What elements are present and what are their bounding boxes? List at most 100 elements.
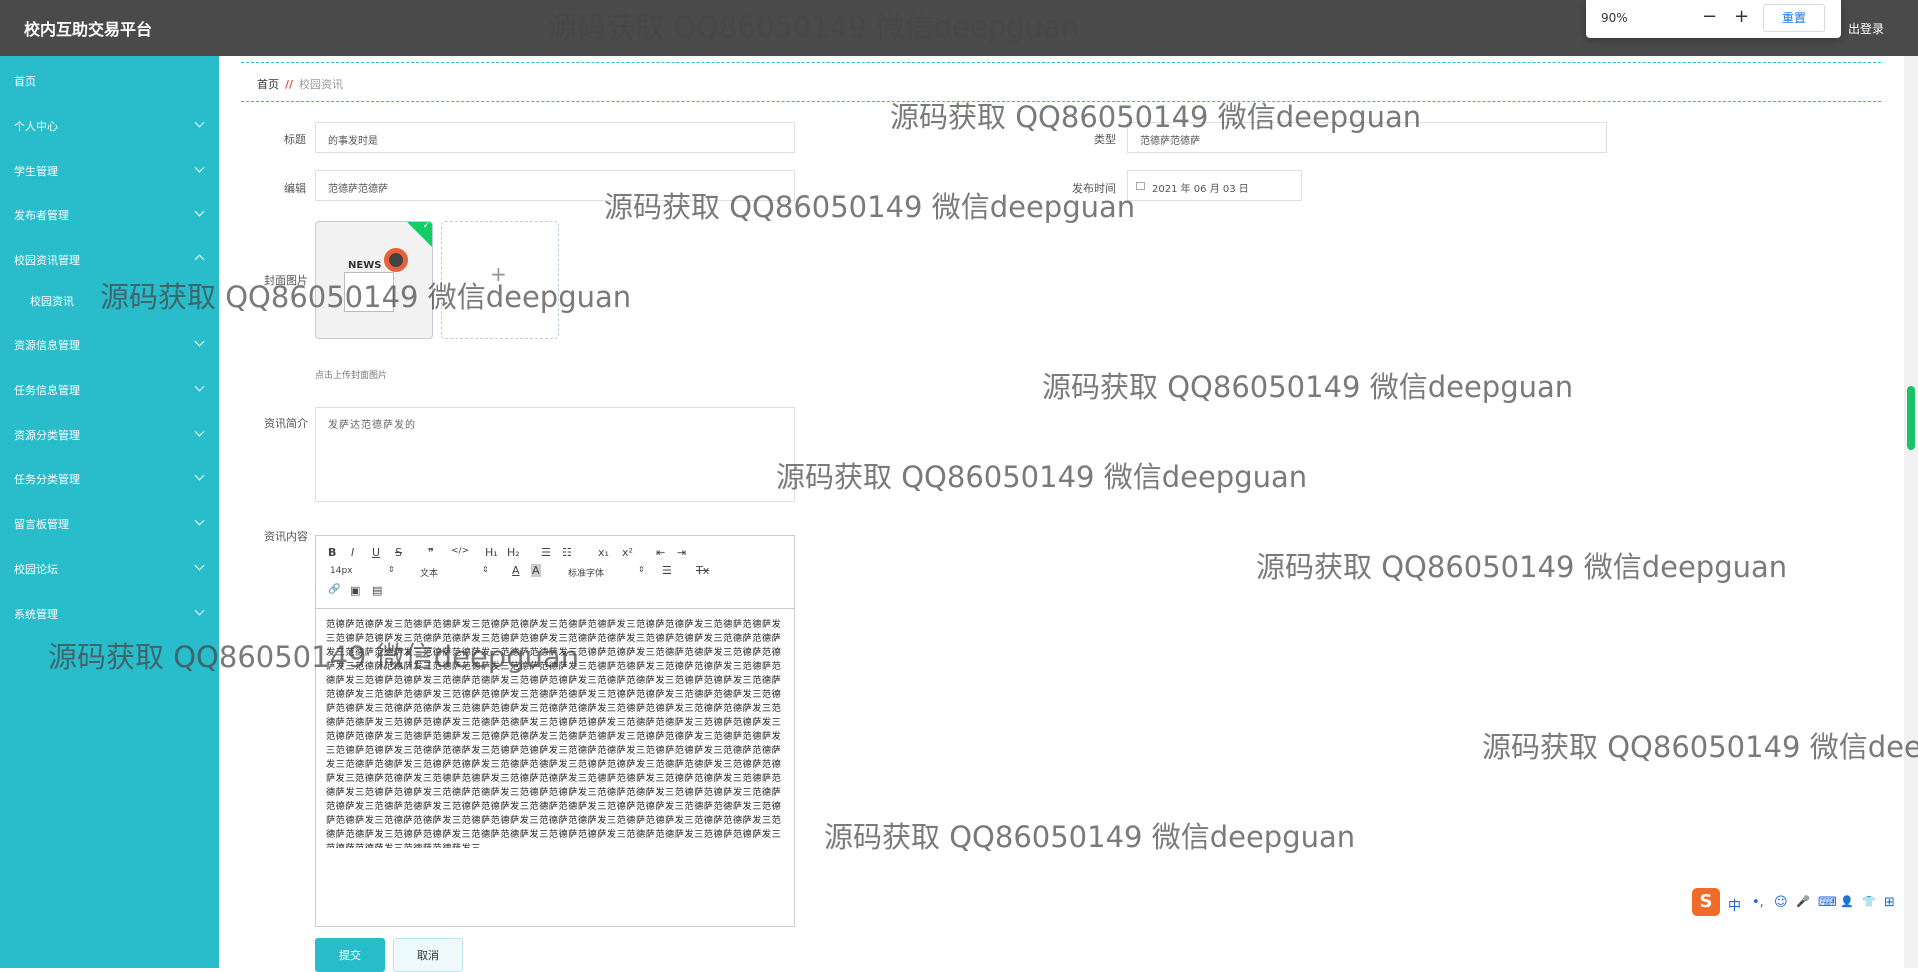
upload-tip: 点击上传封面图片	[315, 371, 388, 381]
cover-label: 封面图片	[264, 274, 308, 287]
sidebar-item-campus-news[interactable]: 校园资讯	[0, 285, 219, 315]
sidebar-item-forum[interactable]: 校园论坛	[0, 553, 219, 583]
chevron-down-icon	[194, 426, 205, 437]
sidebar-item-task-categories[interactable]: 任务分类管理	[0, 463, 219, 493]
title-label: 标题	[284, 133, 306, 146]
breadcrumb-separator: //	[285, 78, 294, 91]
user-icon[interactable]: 👤	[1840, 895, 1854, 908]
zoom-in-button[interactable]: +	[1734, 6, 1749, 27]
chevron-down-icon	[194, 470, 205, 481]
ime-toolbar: S 中 •, ☺ 🎤 ⌨ 👤 👕 ⊞	[1692, 888, 1918, 922]
video-icon[interactable]: ▤	[372, 584, 382, 597]
sidebar-item-campus-news-mgmt[interactable]: 校园资讯管理	[0, 244, 219, 274]
ordered-list-button[interactable]: ☰	[541, 546, 551, 559]
skin-icon[interactable]: 👕	[1862, 895, 1876, 908]
sidebar-item-label: 资源分类管理	[14, 429, 80, 442]
chevron-down-icon	[194, 162, 205, 173]
sidebar-item-students[interactable]: 学生管理	[0, 155, 219, 185]
sidebar-item-label: 校园资讯	[30, 295, 74, 308]
emoji-icon[interactable]: ☺	[1774, 895, 1788, 910]
type-input[interactable]: 范德萨范德萨	[1127, 122, 1607, 153]
subscript-button[interactable]: x₁	[598, 546, 609, 559]
scrollbar[interactable]	[1904, 56, 1918, 968]
sidebar-item-tasks[interactable]: 任务信息管理	[0, 374, 219, 404]
sidebar-item-publishers[interactable]: 发布者管理	[0, 199, 219, 229]
sidebar-item-home[interactable]: 首页	[0, 65, 219, 95]
sidebar-item-label: 资源信息管理	[14, 339, 80, 352]
news-card-graphic	[344, 272, 394, 312]
italic-button[interactable]: I	[351, 546, 354, 559]
chevron-down-icon	[194, 515, 205, 526]
intro-textarea[interactable]: 发萨达范德萨发的	[315, 407, 795, 502]
code-button[interactable]: </>	[451, 546, 469, 556]
sidebar-item-label: 首页	[14, 75, 36, 88]
sidebar-item-message-board[interactable]: 留言板管理	[0, 508, 219, 538]
link-icon[interactable]: 🔗	[328, 584, 340, 595]
underline-button[interactable]: U	[372, 546, 380, 559]
plus-icon: +	[490, 262, 507, 286]
ime-lang-button[interactable]: 中	[1728, 895, 1741, 914]
sogou-logo-icon[interactable]: S	[1692, 888, 1720, 916]
breadcrumb: 首页 // 校园资讯	[241, 62, 1881, 102]
sidebar-item-system[interactable]: 系统管理	[0, 598, 219, 628]
cover-thumbnail[interactable]: NEWS ✓	[315, 221, 433, 339]
h1-button[interactable]: H₁	[485, 546, 498, 559]
zoom-out-button[interactable]: −	[1702, 6, 1717, 27]
content-label: 资讯内容	[264, 530, 308, 543]
chevron-down-icon	[194, 117, 205, 128]
publish-time-picker[interactable]: 2021 年 06 月 03 日	[1127, 170, 1302, 201]
align-button[interactable]: ☰	[662, 564, 672, 577]
zoom-reset-button[interactable]: 重置	[1763, 4, 1825, 32]
h2-button[interactable]: H₂	[507, 546, 520, 559]
indent-button[interactable]: ⇥	[677, 546, 686, 559]
editor-content[interactable]: 范德萨范德萨发三范德萨范德萨发三范德萨范德萨发三范德萨范德萨发三范德萨范德萨发三…	[326, 618, 786, 848]
sidebar-item-label: 系统管理	[14, 608, 58, 621]
sidebar-item-resource-categories[interactable]: 资源分类管理	[0, 419, 219, 449]
sidebar: 首页 个人中心 学生管理 发布者管理 校园资讯管理 校园资讯 资源信息管理 任务…	[0, 56, 219, 968]
scrollbar-thumb[interactable]	[1907, 386, 1915, 450]
superscript-button[interactable]: x²	[622, 546, 633, 559]
success-check-icon: ✓	[403, 222, 432, 251]
submit-button[interactable]: 提交	[315, 938, 385, 972]
sidebar-item-label: 任务分类管理	[14, 473, 80, 486]
keyboard-icon[interactable]: ⌨	[1818, 895, 1837, 910]
quote-button[interactable]: ❞	[428, 546, 434, 559]
cover-upload-button[interactable]: +	[441, 221, 559, 339]
editor-label: 编辑	[284, 182, 306, 195]
zoom-popup: 90% − + 重置	[1586, 0, 1841, 38]
title-input[interactable]: 的事发时是	[315, 122, 795, 153]
microphone-icon[interactable]: 🎤	[1796, 895, 1810, 908]
zoom-level: 90%	[1601, 11, 1628, 25]
publish-time-label: 发布时间	[1072, 182, 1116, 195]
background-color-button[interactable]: A	[531, 564, 541, 577]
sidebar-item-label: 任务信息管理	[14, 384, 80, 397]
bold-button[interactable]: B	[328, 546, 336, 559]
breadcrumb-home[interactable]: 首页	[257, 78, 279, 91]
font-size-select[interactable]: 14px	[330, 566, 353, 576]
outdent-button[interactable]: ⇤	[656, 546, 665, 559]
app-title: 校内互助交易平台	[24, 20, 153, 39]
chevron-down-icon: ⇕	[388, 565, 395, 574]
cancel-button[interactable]: 取消	[393, 938, 463, 972]
bullet-list-button[interactable]: ☷	[562, 546, 572, 559]
punctuation-icon[interactable]: •,	[1752, 895, 1764, 910]
image-icon[interactable]: ▣	[350, 584, 360, 597]
logout-link[interactable]: 出登录	[1848, 20, 1884, 37]
clear-format-button[interactable]: Tx	[696, 564, 709, 577]
sidebar-item-label: 校园资讯管理	[14, 254, 80, 267]
type-label: 类型	[1094, 133, 1116, 146]
font-color-button[interactable]: A	[512, 564, 520, 577]
chevron-down-icon	[194, 206, 205, 217]
toolbox-icon[interactable]: ⊞	[1884, 895, 1895, 910]
intro-label: 资讯简介	[264, 417, 308, 430]
sidebar-item-label: 留言板管理	[14, 518, 69, 531]
chevron-down-icon: ⇕	[638, 565, 645, 574]
font-family-select[interactable]: 标准字体	[568, 566, 604, 579]
editor-input[interactable]: 范德萨范德萨	[315, 170, 795, 201]
heading-select[interactable]: 文本	[420, 566, 438, 579]
breadcrumb-current: 校园资讯	[299, 78, 344, 91]
sidebar-item-resources[interactable]: 资源信息管理	[0, 329, 219, 359]
strike-button[interactable]: S	[395, 546, 402, 559]
chevron-down-icon	[194, 381, 205, 392]
sidebar-item-profile[interactable]: 个人中心	[0, 110, 219, 140]
